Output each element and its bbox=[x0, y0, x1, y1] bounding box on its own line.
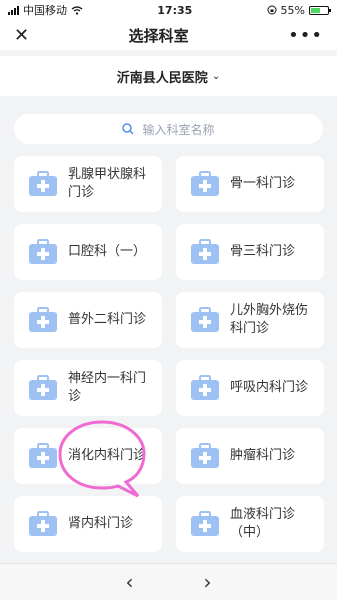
medical-kit-icon bbox=[191, 443, 219, 468]
department-label: 口腔科（一） bbox=[68, 244, 147, 259]
medical-kit-icon bbox=[191, 239, 219, 264]
status-right: 55% bbox=[267, 3, 331, 17]
department-card[interactable]: 普外二科门诊 bbox=[14, 292, 162, 348]
clock: 17:35 bbox=[157, 3, 193, 17]
department-card[interactable]: 儿外胸外烧伤科门诊 bbox=[176, 292, 324, 348]
department-card[interactable]: 呼吸内科门诊 bbox=[176, 360, 324, 416]
department-label: 肿瘤科门诊 bbox=[230, 448, 296, 463]
department-grid: 乳腺甲状腺科门诊 骨一科门诊口腔科（一） 骨三科门诊普外二科门诊 儿外胸外烧伤科门诊神… bbox=[0, 156, 337, 552]
chevron-down-icon: ⌄ bbox=[211, 70, 221, 82]
department-card[interactable]: 骨一科门诊 bbox=[176, 156, 324, 212]
department-label: 神经内一科门诊 bbox=[68, 371, 147, 404]
medical-kit-icon bbox=[29, 511, 57, 536]
department-label: 骨一科门诊 bbox=[230, 176, 296, 191]
medical-kit-icon bbox=[191, 307, 219, 332]
department-card[interactable]: 骨三科门诊 bbox=[176, 224, 324, 280]
department-card[interactable]: 神经内一科门诊 bbox=[14, 360, 162, 416]
carrier-label: 中国移动 bbox=[23, 4, 67, 17]
department-card[interactable]: 肿瘤科门诊 bbox=[176, 428, 324, 484]
search-area: 输入科室名称 bbox=[0, 96, 337, 156]
department-card[interactable]: 消化内科门诊 bbox=[14, 428, 162, 484]
medical-kit-icon bbox=[191, 511, 219, 536]
chevron-right-icon[interactable]: › bbox=[204, 570, 212, 594]
bottom-nav: ‹ › bbox=[0, 563, 337, 600]
signal-icon bbox=[8, 5, 19, 15]
hospital-name: 沂南县人民医院 bbox=[116, 70, 208, 86]
department-label: 肾内科门诊 bbox=[68, 516, 134, 531]
medical-kit-icon bbox=[29, 171, 57, 196]
medical-kit-icon bbox=[191, 375, 219, 400]
battery-icon bbox=[309, 5, 331, 15]
medical-kit-icon bbox=[191, 171, 219, 196]
department-label: 儿外胸外烧伤科门诊 bbox=[230, 303, 309, 336]
close-icon[interactable]: ✕ bbox=[14, 25, 29, 46]
department-label: 普外二科门诊 bbox=[68, 312, 147, 327]
medical-kit-icon bbox=[29, 239, 57, 264]
department-label: 血液科门诊（中） bbox=[230, 507, 296, 540]
department-label: 乳腺甲状腺科门诊 bbox=[68, 167, 147, 200]
medical-kit-icon bbox=[29, 443, 57, 468]
department-card[interactable]: 肾内科门诊 bbox=[14, 496, 162, 552]
hospital-selector[interactable]: 沂南县人民医院 ⌄ bbox=[0, 56, 337, 96]
department-card[interactable]: 乳腺甲状腺科门诊 bbox=[14, 156, 162, 212]
search-icon bbox=[122, 123, 135, 135]
status-bar: 中国移动 17:35 55% bbox=[0, 0, 337, 20]
search-placeholder: 输入科室名称 bbox=[142, 122, 215, 137]
department-label: 消化内科门诊 bbox=[68, 448, 147, 463]
nav-bar: ✕ 选择科室 ••• bbox=[0, 20, 337, 50]
department-label: 呼吸内科门诊 bbox=[230, 380, 309, 395]
search-input[interactable]: 输入科室名称 bbox=[14, 114, 323, 144]
wifi-icon bbox=[71, 5, 83, 15]
page-title: 选择科室 bbox=[128, 26, 189, 45]
department-label: 骨三科门诊 bbox=[230, 244, 296, 259]
lock-rotation-icon bbox=[267, 5, 277, 15]
battery-percent: 55% bbox=[280, 3, 305, 17]
medical-kit-icon bbox=[29, 307, 57, 332]
department-card[interactable]: 口腔科（一） bbox=[14, 224, 162, 280]
medical-kit-icon bbox=[29, 375, 57, 400]
status-left: 中国移动 bbox=[8, 2, 83, 18]
chevron-left-icon[interactable]: ‹ bbox=[126, 570, 134, 594]
more-icon[interactable]: ••• bbox=[288, 25, 323, 46]
department-card[interactable]: 血液科门诊（中） bbox=[176, 496, 324, 552]
